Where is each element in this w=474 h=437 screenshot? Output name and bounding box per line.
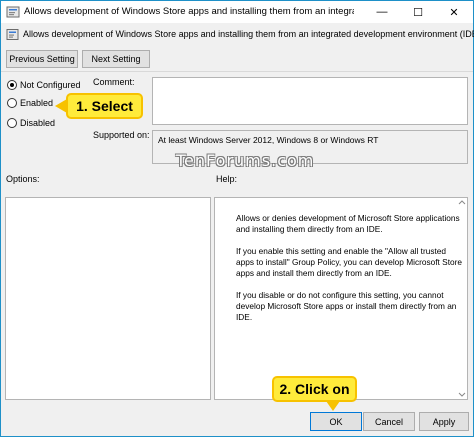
previous-setting-button[interactable]: Previous Setting	[6, 50, 78, 68]
divider	[1, 71, 473, 72]
title-bar[interactable]: Allows development of Windows Store apps…	[1, 1, 473, 23]
radio-not-configured[interactable]: Not Configured	[7, 80, 81, 90]
options-panel	[5, 197, 211, 400]
radio-disabled[interactable]: Disabled	[7, 118, 55, 128]
apply-button[interactable]: Apply	[419, 412, 469, 431]
help-panel: Allows or denies development of Microsof…	[214, 197, 468, 400]
cancel-button[interactable]: Cancel	[363, 412, 415, 431]
policy-settings-icon	[6, 5, 20, 19]
maximize-button[interactable]: ☐	[400, 1, 436, 23]
radio-circle[interactable]	[7, 98, 17, 108]
comment-label: Comment:	[93, 77, 135, 87]
help-scrollbar[interactable]	[457, 198, 467, 399]
setting-name: Allows development of Windows Store apps…	[23, 29, 474, 39]
help-paragraph: Allows or denies development of Microsof…	[236, 213, 460, 234]
help-paragraph: If you disable or do not configure this …	[236, 290, 457, 322]
callout-arrow-down-icon	[326, 401, 340, 411]
close-button[interactable]: ✕	[436, 1, 472, 23]
supported-on-label: Supported on:	[93, 130, 150, 140]
next-setting-button[interactable]: Next Setting	[82, 50, 150, 68]
radio-enabled[interactable]: Enabled	[7, 98, 53, 108]
watermark: TenForums.com	[176, 151, 315, 170]
policy-dialog-window: Allows development of Windows Store apps…	[0, 0, 474, 437]
radio-circle[interactable]	[7, 80, 17, 90]
minimize-button[interactable]: —	[364, 1, 400, 23]
window-title: Allows development of Windows Store apps…	[24, 6, 354, 17]
help-paragraph: If you enable this setting and enable th…	[236, 246, 462, 278]
callout-click-on: 2. Click on	[272, 376, 357, 402]
comment-textarea[interactable]	[152, 77, 468, 125]
options-label: Options:	[6, 174, 40, 184]
radio-label: Not Configured	[20, 80, 81, 90]
setting-header: Allows development of Windows Store apps…	[1, 23, 474, 47]
radio-label: Disabled	[20, 118, 56, 128]
callout-select: 1. Select	[66, 93, 143, 119]
ok-button[interactable]: OK	[310, 412, 362, 431]
policy-settings-icon	[6, 28, 19, 41]
radio-circle[interactable]	[7, 118, 17, 128]
radio-label: Enabled	[20, 98, 54, 108]
help-label: Help:	[216, 174, 238, 184]
